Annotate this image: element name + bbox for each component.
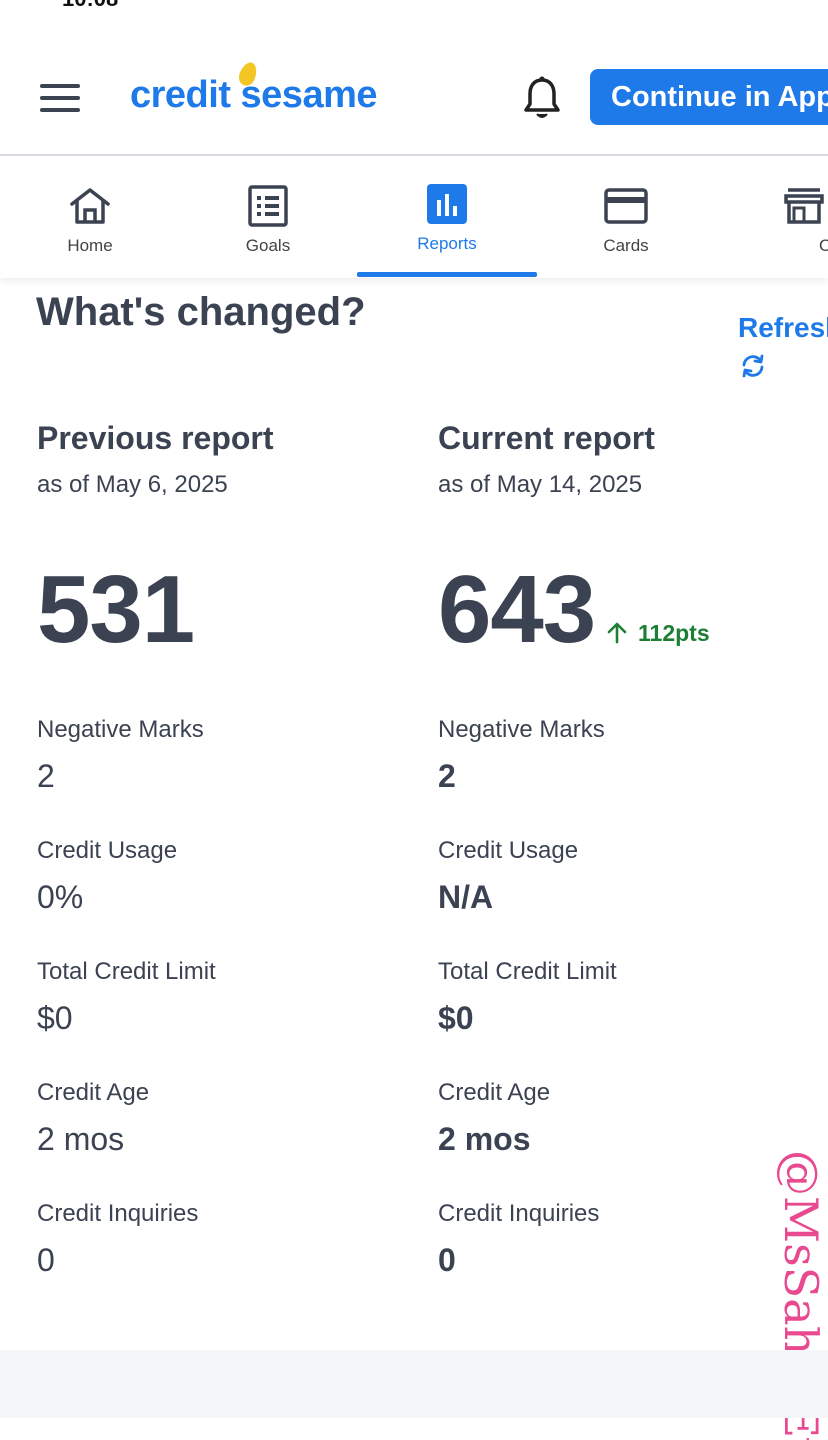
metric-value: 2 mos <box>438 1121 531 1157</box>
metric-negative-marks: Negative Marks 2 <box>37 716 417 837</box>
metric-credit-age: Credit Age 2 mos <box>438 1079 818 1200</box>
page-title: What's changed? <box>36 290 366 334</box>
metric-value: 0 <box>37 1242 55 1278</box>
active-tab-indicator <box>357 272 537 277</box>
metric-label: Negative Marks <box>37 716 204 743</box>
report-date: as of May 6, 2025 <box>37 471 228 498</box>
report-title: Current report <box>438 420 655 456</box>
tab-label: Offers <box>819 236 828 255</box>
metric-negative-marks: Negative Marks 2 <box>438 716 818 837</box>
metric-total-credit-limit: Total Credit Limit $0 <box>438 958 818 1079</box>
metric-credit-usage: Credit Usage 0% <box>37 837 417 958</box>
checklist-icon <box>248 185 288 227</box>
app-header: credit sesame Continue in App <box>0 38 828 156</box>
tab-cards[interactable]: Cards <box>536 158 716 278</box>
tab-reports[interactable]: Reports <box>357 158 537 278</box>
storefront-icon <box>784 188 824 224</box>
metric-label: Credit Age <box>37 1079 150 1106</box>
score-change-value: 112pts <box>638 620 710 646</box>
metric-value: $0 <box>438 1000 474 1036</box>
home-icon <box>70 188 110 224</box>
metric-credit-inquiries: Credit Inquiries 0 <box>438 1200 818 1321</box>
status-bar: 10:08 <box>0 0 828 12</box>
metric-value: 2 mos <box>37 1121 125 1157</box>
metric-label: Credit Inquiries <box>438 1200 600 1227</box>
metric-value: 0% <box>37 879 84 915</box>
tab-label: Cards <box>603 236 649 255</box>
footer-band <box>0 1350 828 1418</box>
previous-report: Previous report as of May 6, 2025 531 Ne… <box>37 420 417 1278</box>
metric-label: Total Credit Limit <box>37 958 216 985</box>
status-icons <box>652 0 792 4</box>
credit-sesame-logo[interactable]: credit sesame <box>130 59 378 124</box>
metric-value: 2 <box>438 758 456 794</box>
metric-credit-inquiries: Credit Inquiries 0 <box>37 1200 417 1321</box>
metric-label: Negative Marks <box>438 716 605 743</box>
report-title: Previous report <box>37 420 274 456</box>
credit-score: 531 <box>37 556 195 663</box>
menu-icon[interactable] <box>40 84 80 112</box>
metric-label: Credit Inquiries <box>37 1200 199 1227</box>
tab-bar: Home Goals Reports Cards O <box>0 158 828 278</box>
tab-label: Home <box>67 236 113 255</box>
bar-chart-icon <box>427 184 467 224</box>
metrics-list: Negative Marks 2 Credit Usage N/A Total … <box>438 716 818 1321</box>
metrics-list: Negative Marks 2 Credit Usage 0% Total C… <box>37 716 417 1321</box>
tab-home[interactable]: Home <box>0 158 180 278</box>
current-report: Current report as of May 14, 2025 643 11… <box>438 420 818 1278</box>
metric-label: Credit Age <box>438 1079 551 1106</box>
tab-label: Reports <box>417 234 477 253</box>
metric-credit-age: Credit Age 2 mos <box>37 1079 417 1200</box>
arrow-up-icon <box>607 622 627 644</box>
status-time: 10:08 <box>62 0 118 12</box>
metric-value: N/A <box>438 879 494 915</box>
credit-card-icon <box>604 188 648 224</box>
metric-value: $0 <box>37 1000 73 1036</box>
bell-icon[interactable] <box>522 76 562 122</box>
tab-label: Goals <box>245 236 291 255</box>
tab-offers[interactable]: Offers <box>714 158 828 278</box>
metric-total-credit-limit: Total Credit Limit $0 <box>37 958 417 1079</box>
tab-goals[interactable]: Goals <box>178 158 358 278</box>
metric-value: 2 <box>37 758 55 794</box>
metric-label: Total Credit Limit <box>438 958 617 985</box>
metric-label: Credit Usage <box>438 837 579 864</box>
refresh-link[interactable]: Refresh <box>738 312 828 344</box>
credit-score: 643 <box>438 556 596 663</box>
report-date: as of May 14, 2025 <box>438 471 643 498</box>
metric-label: Credit Usage <box>37 837 178 864</box>
metric-value: 0 <box>438 1242 456 1278</box>
score-change: 112pts <box>606 620 710 647</box>
metric-credit-usage: Credit Usage N/A <box>438 837 818 958</box>
refresh-icon[interactable] <box>740 353 766 379</box>
continue-in-app-button[interactable]: Continue in App <box>590 69 828 125</box>
